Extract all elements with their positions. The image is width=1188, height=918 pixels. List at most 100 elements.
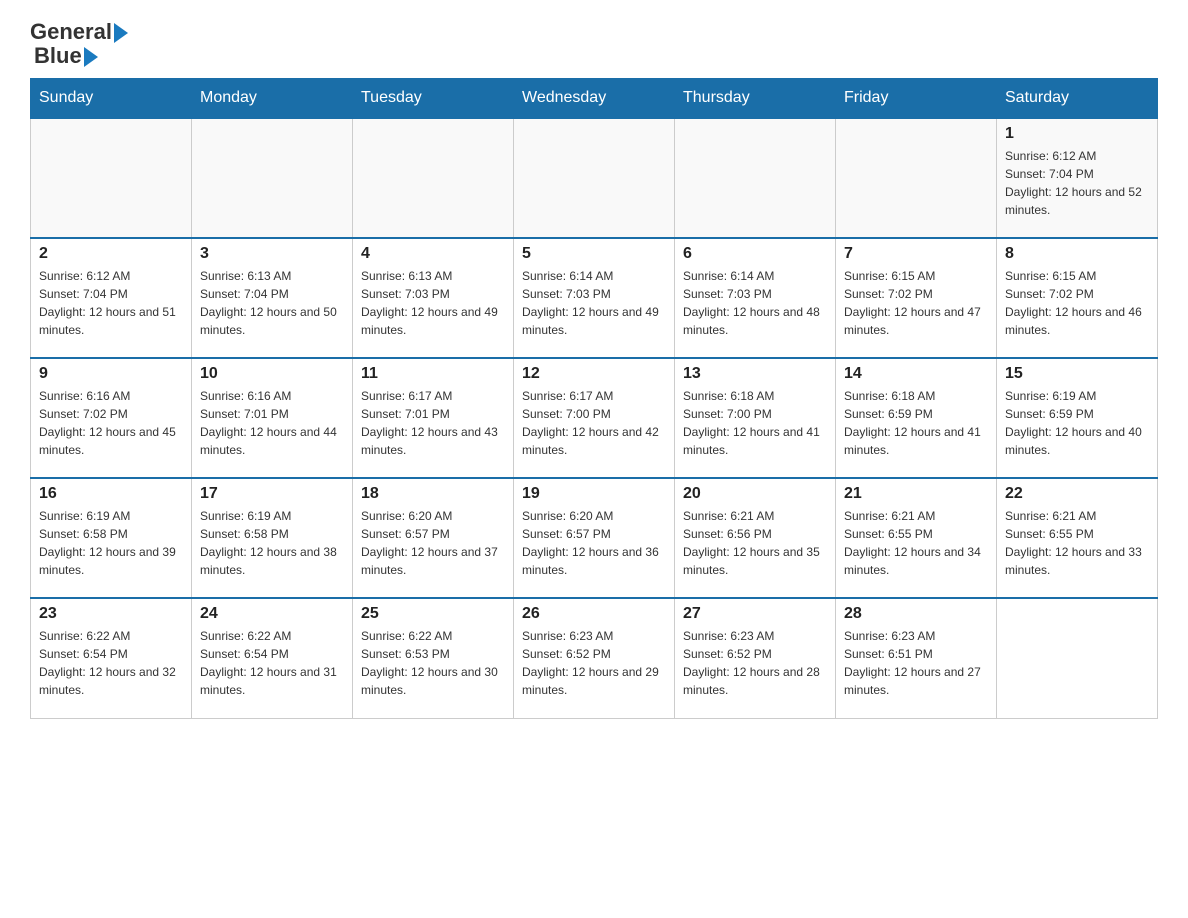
calendar-day-cell: 22 Sunrise: 6:21 AMSunset: 6:55 PMDayligh…	[997, 478, 1158, 598]
calendar-day-header: Friday	[836, 79, 997, 119]
calendar-day-cell: 24 Sunrise: 6:22 AMSunset: 6:54 PMDayligh…	[192, 598, 353, 718]
day-number: 4	[361, 245, 505, 263]
day-info: Sunrise: 6:22 AMSunset: 6:54 PMDaylight:…	[200, 627, 344, 699]
calendar-day-cell: 25 Sunrise: 6:22 AMSunset: 6:53 PMDayligh…	[353, 598, 514, 718]
calendar-day-cell: 11 Sunrise: 6:17 AMSunset: 7:01 PMDayligh…	[353, 358, 514, 478]
day-info: Sunrise: 6:21 AMSunset: 6:55 PMDaylight:…	[1005, 507, 1149, 579]
logo-arrow-icon2	[84, 47, 98, 67]
calendar-day-cell	[997, 598, 1158, 718]
logo-arrow-icon	[114, 23, 128, 43]
day-number: 11	[361, 365, 505, 383]
calendar-day-header: Thursday	[675, 79, 836, 119]
calendar-day-cell: 8Sunrise: 6:15 AMSunset: 7:02 PMDaylight…	[997, 238, 1158, 358]
calendar-day-cell: 2 Sunrise: 6:12 AMSunset: 7:04 PMDaylight…	[31, 238, 192, 358]
calendar-day-cell: 5 Sunrise: 6:14 AMSunset: 7:03 PMDaylight…	[514, 238, 675, 358]
day-info: Sunrise: 6:19 AMSunset: 6:59 PMDaylight:…	[1005, 387, 1149, 459]
calendar-day-cell	[353, 118, 514, 238]
day-number: 22	[1005, 485, 1149, 503]
day-info: Sunrise: 6:17 AMSunset: 7:00 PMDaylight:…	[522, 387, 666, 459]
calendar-day-header: Sunday	[31, 79, 192, 119]
day-number: 9	[39, 365, 183, 383]
day-number: 23	[39, 605, 183, 623]
calendar-week-row: 16 Sunrise: 6:19 AMSunset: 6:58 PMDayligh…	[31, 478, 1158, 598]
calendar-day-cell: 17 Sunrise: 6:19 AMSunset: 6:58 PMDayligh…	[192, 478, 353, 598]
day-number: 15	[1005, 365, 1149, 383]
day-number: 12	[522, 365, 666, 383]
day-info: Sunrise: 6:14 AMSunset: 7:03 PMDaylight:…	[522, 267, 666, 339]
calendar-day-cell: 20 Sunrise: 6:21 AMSunset: 6:56 PMDayligh…	[675, 478, 836, 598]
calendar-day-cell: 1 Sunrise: 6:12 AMSunset: 7:04 PMDaylight…	[997, 118, 1158, 238]
day-number: 17	[200, 485, 344, 503]
day-info: Sunrise: 6:19 AMSunset: 6:58 PMDaylight:…	[39, 507, 183, 579]
day-number: 7	[844, 245, 988, 263]
logo: General Blue	[30, 20, 128, 68]
calendar-day-cell: 21 Sunrise: 6:21 AMSunset: 6:55 PMDayligh…	[836, 478, 997, 598]
day-number: 1	[1005, 125, 1149, 143]
day-info: Sunrise: 6:21 AMSunset: 6:55 PMDaylight:…	[844, 507, 988, 579]
day-info: Sunrise: 6:13 AMSunset: 7:03 PMDaylight:…	[361, 267, 505, 339]
calendar-day-cell: 26 Sunrise: 6:23 AMSunset: 6:52 PMDayligh…	[514, 598, 675, 718]
calendar-day-cell	[192, 118, 353, 238]
day-info: Sunrise: 6:18 AMSunset: 6:59 PMDaylight:…	[844, 387, 988, 459]
calendar-day-header: Tuesday	[353, 79, 514, 119]
day-info: Sunrise: 6:14 AMSunset: 7:03 PMDaylight:…	[683, 267, 827, 339]
calendar-day-cell	[514, 118, 675, 238]
day-number: 10	[200, 365, 344, 383]
day-number: 13	[683, 365, 827, 383]
calendar-day-cell: 12 Sunrise: 6:17 AMSunset: 7:00 PMDayligh…	[514, 358, 675, 478]
day-number: 26	[522, 605, 666, 623]
day-info: Sunrise: 6:12 AMSunset: 7:04 PMDaylight:…	[1005, 147, 1149, 219]
calendar-day-cell: 3Sunrise: 6:13 AMSunset: 7:04 PMDaylight…	[192, 238, 353, 358]
day-info: Sunrise: 6:23 AMSunset: 6:52 PMDaylight:…	[683, 627, 827, 699]
day-info: Sunrise: 6:18 AMSunset: 7:00 PMDaylight:…	[683, 387, 827, 459]
day-info: Sunrise: 6:17 AMSunset: 7:01 PMDaylight:…	[361, 387, 505, 459]
calendar-day-cell: 16 Sunrise: 6:19 AMSunset: 6:58 PMDayligh…	[31, 478, 192, 598]
calendar-week-row: 9 Sunrise: 6:16 AMSunset: 7:02 PMDaylight…	[31, 358, 1158, 478]
day-info: Sunrise: 6:12 AMSunset: 7:04 PMDaylight:…	[39, 267, 183, 339]
calendar-table: SundayMondayTuesdayWednesdayThursdayFrid…	[30, 78, 1158, 719]
day-info: Sunrise: 6:19 AMSunset: 6:58 PMDaylight:…	[200, 507, 344, 579]
calendar-day-cell: 23 Sunrise: 6:22 AMSunset: 6:54 PMDayligh…	[31, 598, 192, 718]
day-number: 14	[844, 365, 988, 383]
day-number: 8	[1005, 245, 1149, 263]
calendar-day-header: Wednesday	[514, 79, 675, 119]
calendar-day-cell: 9 Sunrise: 6:16 AMSunset: 7:02 PMDaylight…	[31, 358, 192, 478]
day-info: Sunrise: 6:15 AMSunset: 7:02 PMDaylight:…	[844, 267, 988, 339]
day-number: 19	[522, 485, 666, 503]
calendar-day-cell: 13 Sunrise: 6:18 AMSunset: 7:00 PMDayligh…	[675, 358, 836, 478]
calendar-day-cell: 18 Sunrise: 6:20 AMSunset: 6:57 PMDayligh…	[353, 478, 514, 598]
calendar-day-cell	[675, 118, 836, 238]
day-info: Sunrise: 6:16 AMSunset: 7:01 PMDaylight:…	[200, 387, 344, 459]
day-number: 2	[39, 245, 183, 263]
day-number: 24	[200, 605, 344, 623]
day-info: Sunrise: 6:22 AMSunset: 6:53 PMDaylight:…	[361, 627, 505, 699]
calendar-day-cell: 14 Sunrise: 6:18 AMSunset: 6:59 PMDayligh…	[836, 358, 997, 478]
day-number: 6	[683, 245, 827, 263]
calendar-day-cell: 10 Sunrise: 6:16 AMSunset: 7:01 PMDayligh…	[192, 358, 353, 478]
calendar-day-cell: 15 Sunrise: 6:19 AMSunset: 6:59 PMDayligh…	[997, 358, 1158, 478]
day-info: Sunrise: 6:16 AMSunset: 7:02 PMDaylight:…	[39, 387, 183, 459]
day-number: 28	[844, 605, 988, 623]
calendar-day-cell: 6 Sunrise: 6:14 AMSunset: 7:03 PMDaylight…	[675, 238, 836, 358]
logo-general: General	[30, 20, 112, 44]
calendar-day-cell	[31, 118, 192, 238]
day-number: 5	[522, 245, 666, 263]
day-number: 18	[361, 485, 505, 503]
day-number: 20	[683, 485, 827, 503]
day-info: Sunrise: 6:20 AMSunset: 6:57 PMDaylight:…	[522, 507, 666, 579]
calendar-week-row: 23 Sunrise: 6:22 AMSunset: 6:54 PMDayligh…	[31, 598, 1158, 718]
calendar-day-header: Monday	[192, 79, 353, 119]
calendar-day-cell: 28Sunrise: 6:23 AMSunset: 6:51 PMDayligh…	[836, 598, 997, 718]
day-info: Sunrise: 6:20 AMSunset: 6:57 PMDaylight:…	[361, 507, 505, 579]
day-number: 16	[39, 485, 183, 503]
page-header: General Blue	[30, 20, 1158, 68]
day-info: Sunrise: 6:21 AMSunset: 6:56 PMDaylight:…	[683, 507, 827, 579]
calendar-week-row: 2 Sunrise: 6:12 AMSunset: 7:04 PMDaylight…	[31, 238, 1158, 358]
day-number: 21	[844, 485, 988, 503]
day-info: Sunrise: 6:22 AMSunset: 6:54 PMDaylight:…	[39, 627, 183, 699]
day-info: Sunrise: 6:23 AMSunset: 6:52 PMDaylight:…	[522, 627, 666, 699]
day-number: 3	[200, 245, 344, 263]
calendar-day-cell: 27Sunrise: 6:23 AMSunset: 6:52 PMDayligh…	[675, 598, 836, 718]
calendar-header-row: SundayMondayTuesdayWednesdayThursdayFrid…	[31, 79, 1158, 119]
day-number: 25	[361, 605, 505, 623]
